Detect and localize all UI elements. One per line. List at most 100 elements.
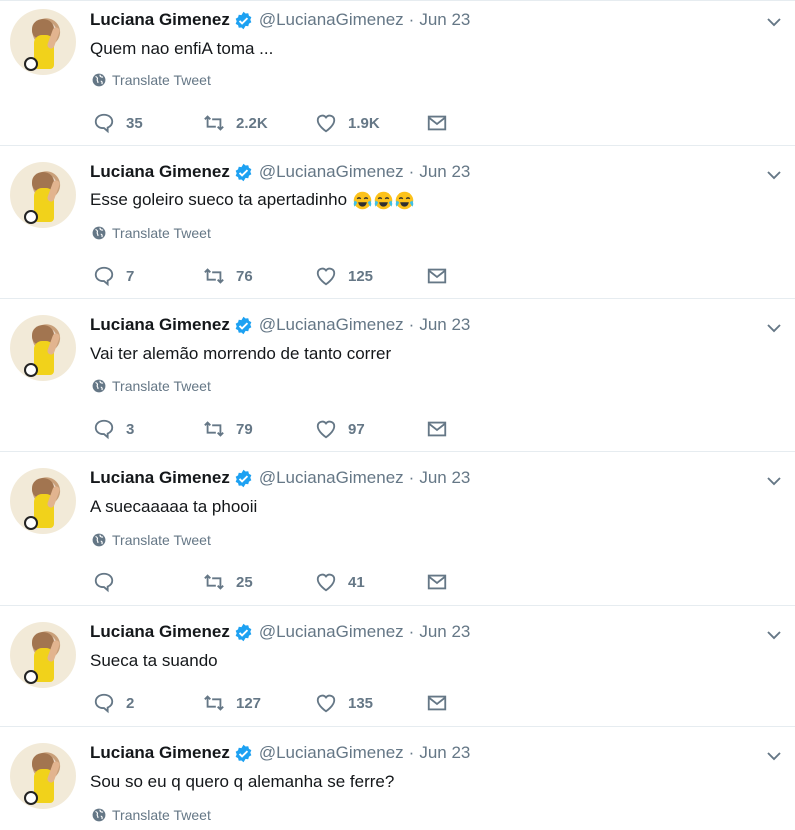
tweet-date[interactable]: Jun 23 <box>419 315 470 335</box>
face-with-tears-of-joy-icon <box>395 191 414 210</box>
reply-button[interactable]: 2 <box>92 692 134 714</box>
retweet-button[interactable]: 2.2K <box>202 112 268 134</box>
reply-button[interactable]: 3 <box>92 418 134 440</box>
author-handle[interactable]: @LucianaGimenez <box>259 162 404 182</box>
retweet-count: 127 <box>236 694 262 712</box>
retweet-button[interactable]: 76 <box>202 265 253 287</box>
chevron-down-icon[interactable] <box>765 472 783 490</box>
tweet-date[interactable]: Jun 23 <box>419 162 470 182</box>
verified-badge-icon <box>235 316 252 334</box>
tweet-text: Sou so eu q quero q alemanha se ferre? <box>90 772 395 791</box>
translate-label: Translate Tweet <box>112 72 211 88</box>
like-button[interactable]: 41 <box>314 571 365 593</box>
chevron-down-icon[interactable] <box>765 319 783 337</box>
author-name[interactable]: Luciana Gimenez <box>90 315 230 335</box>
reply-button[interactable] <box>92 571 126 593</box>
tweet-date[interactable]: Jun 23 <box>419 10 470 30</box>
tweet-text: Vai ter alemão morrendo de tanto correr <box>90 344 392 363</box>
retweet-count: 2.2K <box>236 114 268 132</box>
reply-button[interactable]: 7 <box>92 265 134 287</box>
translate-tweet-link[interactable]: Translate Tweet <box>92 72 211 88</box>
tweet[interactable]: Luciana Gimenez @LucianaGimenez · Jun 23… <box>0 146 795 299</box>
retweet-button[interactable]: 79 <box>202 418 253 440</box>
like-count: 41 <box>348 573 365 591</box>
tweet[interactable]: Luciana Gimenez @LucianaGimenez · Jun 23… <box>0 727 795 830</box>
like-button[interactable]: 1.9K <box>314 112 380 134</box>
retweet-button[interactable]: 25 <box>202 571 253 593</box>
avatar[interactable] <box>10 468 76 534</box>
author-handle[interactable]: @LucianaGimenez <box>259 468 404 488</box>
author-handle[interactable]: @LucianaGimenez <box>259 743 404 763</box>
dm-button[interactable] <box>425 571 459 593</box>
face-with-tears-of-joy-icon <box>353 191 372 210</box>
like-count: 97 <box>348 420 365 438</box>
author-name[interactable]: Luciana Gimenez <box>90 162 230 182</box>
separator-dot: · <box>408 10 415 29</box>
separator-dot: · <box>408 468 415 487</box>
tweet[interactable]: Luciana Gimenez @LucianaGimenez · Jun 23… <box>0 299 795 452</box>
like-count: 1.9K <box>348 114 380 132</box>
reply-count: 7 <box>126 267 135 285</box>
retweet-icon <box>204 115 224 131</box>
like-button[interactable]: 97 <box>314 418 365 440</box>
tweet-date[interactable]: Jun 23 <box>419 622 470 642</box>
heart-icon <box>316 267 336 286</box>
author-name[interactable]: Luciana Gimenez <box>90 468 230 488</box>
dm-button[interactable] <box>425 418 459 440</box>
chevron-down-icon[interactable] <box>765 747 783 765</box>
reply-icon <box>94 266 114 287</box>
reply-count: 35 <box>126 114 143 132</box>
avatar[interactable] <box>10 622 76 688</box>
retweet-button[interactable]: 127 <box>202 692 261 714</box>
tweet-text: Sueca ta suando <box>90 651 218 670</box>
dm-button[interactable] <box>425 265 459 287</box>
tweet[interactable]: Luciana Gimenez @LucianaGimenez · Jun 23… <box>0 452 795 606</box>
author-name[interactable]: Luciana Gimenez <box>90 743 230 763</box>
tweet-text-content: Esse goleiro sueco ta apertadinho <box>90 190 352 209</box>
author-name[interactable]: Luciana Gimenez <box>90 622 230 642</box>
tweet-date[interactable]: Jun 23 <box>419 468 470 488</box>
author-handle[interactable]: @LucianaGimenez <box>259 10 404 30</box>
translate-tweet-link[interactable]: Translate Tweet <box>92 225 211 241</box>
translate-tweet-link[interactable]: Translate Tweet <box>92 807 211 823</box>
retweet-icon <box>204 421 224 437</box>
chevron-down-icon[interactable] <box>765 13 783 31</box>
globe-icon <box>92 533 106 547</box>
like-button[interactable]: 125 <box>314 265 373 287</box>
globe-icon <box>92 73 106 87</box>
reply-icon <box>94 693 114 714</box>
like-button[interactable]: 135 <box>314 692 373 714</box>
avatar[interactable] <box>10 743 76 809</box>
tweet-text: Quem nao enfiA toma ... <box>90 39 274 58</box>
globe-icon <box>92 379 106 393</box>
tweet-date[interactable]: Jun 23 <box>419 743 470 763</box>
author-name[interactable]: Luciana Gimenez <box>90 10 230 30</box>
chevron-down-icon[interactable] <box>765 166 783 184</box>
reply-count: 2 <box>126 694 135 712</box>
avatar[interactable] <box>10 9 76 75</box>
tweet[interactable]: Luciana Gimenez @LucianaGimenez · Jun 23… <box>0 606 795 727</box>
avatar[interactable] <box>10 162 76 228</box>
author-handle[interactable]: @LucianaGimenez <box>259 622 404 642</box>
translate-tweet-link[interactable]: Translate Tweet <box>92 378 211 394</box>
reply-icon <box>94 113 114 134</box>
reply-button[interactable]: 35 <box>92 112 143 134</box>
translate-tweet-link[interactable]: Translate Tweet <box>92 532 211 548</box>
envelope-icon <box>427 421 447 437</box>
avatar[interactable] <box>10 315 76 381</box>
reply-icon <box>94 572 114 593</box>
verified-badge-icon <box>235 623 252 641</box>
reply-count: 3 <box>126 420 135 438</box>
dm-button[interactable] <box>425 112 459 134</box>
tweet-timeline: Luciana Gimenez @LucianaGimenez · Jun 23… <box>0 0 795 830</box>
tweet[interactable]: Luciana Gimenez @LucianaGimenez · Jun 23… <box>0 1 795 146</box>
heart-icon <box>316 420 336 439</box>
author-handle[interactable]: @LucianaGimenez <box>259 315 404 335</box>
verified-badge-icon <box>235 469 252 487</box>
dm-button[interactable] <box>425 692 459 714</box>
retweet-count: 25 <box>236 573 253 591</box>
translate-label: Translate Tweet <box>112 532 211 548</box>
chevron-down-icon[interactable] <box>765 626 783 644</box>
translate-label: Translate Tweet <box>112 807 211 823</box>
like-count: 125 <box>348 267 374 285</box>
